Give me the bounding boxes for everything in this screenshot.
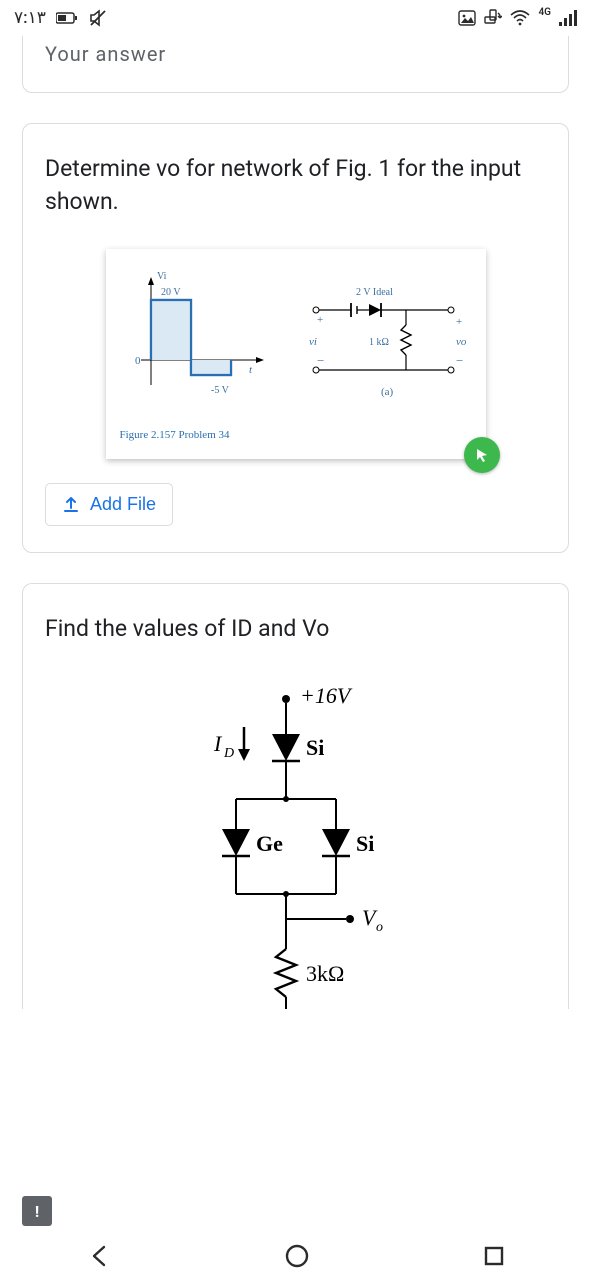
figure-1-caption: Figure 2.157 Problem 34: [120, 429, 472, 441]
cursor-badge[interactable]: [464, 437, 500, 473]
question-2-text: Find the values of ID and Vo: [45, 612, 546, 645]
figure-1-box: Vi 20 V 0 -5 V t: [106, 249, 486, 459]
status-time: ٧:١٣: [14, 8, 46, 28]
upload-icon: [62, 495, 80, 513]
fig1-ideal: 2 V Ideal: [356, 287, 393, 298]
mute-icon: [88, 8, 108, 28]
fig2-supply: +16V: [300, 683, 353, 708]
add-file-button[interactable]: Add File: [45, 483, 173, 526]
fig1-20v: 20 V: [161, 287, 181, 298]
figure-1-wrap: Vi 20 V 0 -5 V t: [45, 249, 546, 459]
fig1-sub: (a): [381, 386, 394, 398]
svg-text:−: −: [317, 353, 324, 368]
signal-icon: [559, 10, 577, 26]
fig1-vo: vo: [456, 336, 467, 348]
fig2-ge: Ge: [256, 831, 283, 856]
fig1-vi-label: Vi: [157, 271, 167, 282]
nav-back-icon[interactable]: [86, 1243, 112, 1269]
android-nav-bar: [0, 1232, 591, 1280]
screenshot-icon: [458, 10, 476, 26]
cursor-icon: [474, 447, 490, 463]
alert-badge[interactable]: !: [22, 1196, 52, 1226]
rotate-icon: [484, 9, 502, 27]
your-answer-label: Your answer: [45, 42, 166, 66]
alert-icon: !: [35, 1202, 39, 1221]
status-right: 4G: [458, 9, 577, 27]
fig2-r: 3kΩ: [306, 961, 344, 986]
fig2-vo-sub: o: [376, 920, 383, 935]
fig1-r: 1 kΩ: [369, 337, 389, 348]
fig1-plus: +: [456, 316, 462, 328]
fig1-minus: −: [456, 353, 463, 368]
svg-text:+: +: [317, 314, 323, 326]
fig1-vi2: vi: [309, 336, 317, 348]
fig2-si2: Si: [356, 831, 374, 856]
answer-card-partial: Your answer: [22, 36, 569, 93]
fig1-zero: 0: [135, 355, 141, 367]
content-scroll[interactable]: Your answer Determine vo for network of …: [0, 36, 591, 1232]
figure-2-box: +16V I D Si: [166, 679, 426, 1009]
fig2-id-sub: D: [223, 746, 234, 761]
status-left: ٧:١٣: [14, 8, 108, 28]
add-file-label: Add File: [90, 494, 156, 515]
fig1-neg5v: -5 V: [211, 385, 230, 396]
network-label: 4G: [538, 7, 551, 18]
wifi-icon: [510, 10, 530, 26]
fig2-si: Si: [306, 735, 324, 760]
question-card-2: Find the values of ID and Vo +16V I D: [22, 583, 569, 1009]
fig1-t: t: [249, 364, 253, 376]
question-1-text: Determine vo for network of Fig. 1 for t…: [45, 152, 546, 219]
nav-recent-icon[interactable]: [483, 1245, 505, 1267]
battery-icon: [56, 12, 78, 24]
fig2-id: I: [213, 731, 223, 756]
figure-2-wrap: +16V I D Si: [45, 679, 546, 1009]
nav-home-icon[interactable]: [284, 1243, 310, 1269]
status-bar: ٧:١٣ 4G: [0, 0, 591, 36]
question-card-1: Determine vo for network of Fig. 1 for t…: [22, 123, 569, 553]
